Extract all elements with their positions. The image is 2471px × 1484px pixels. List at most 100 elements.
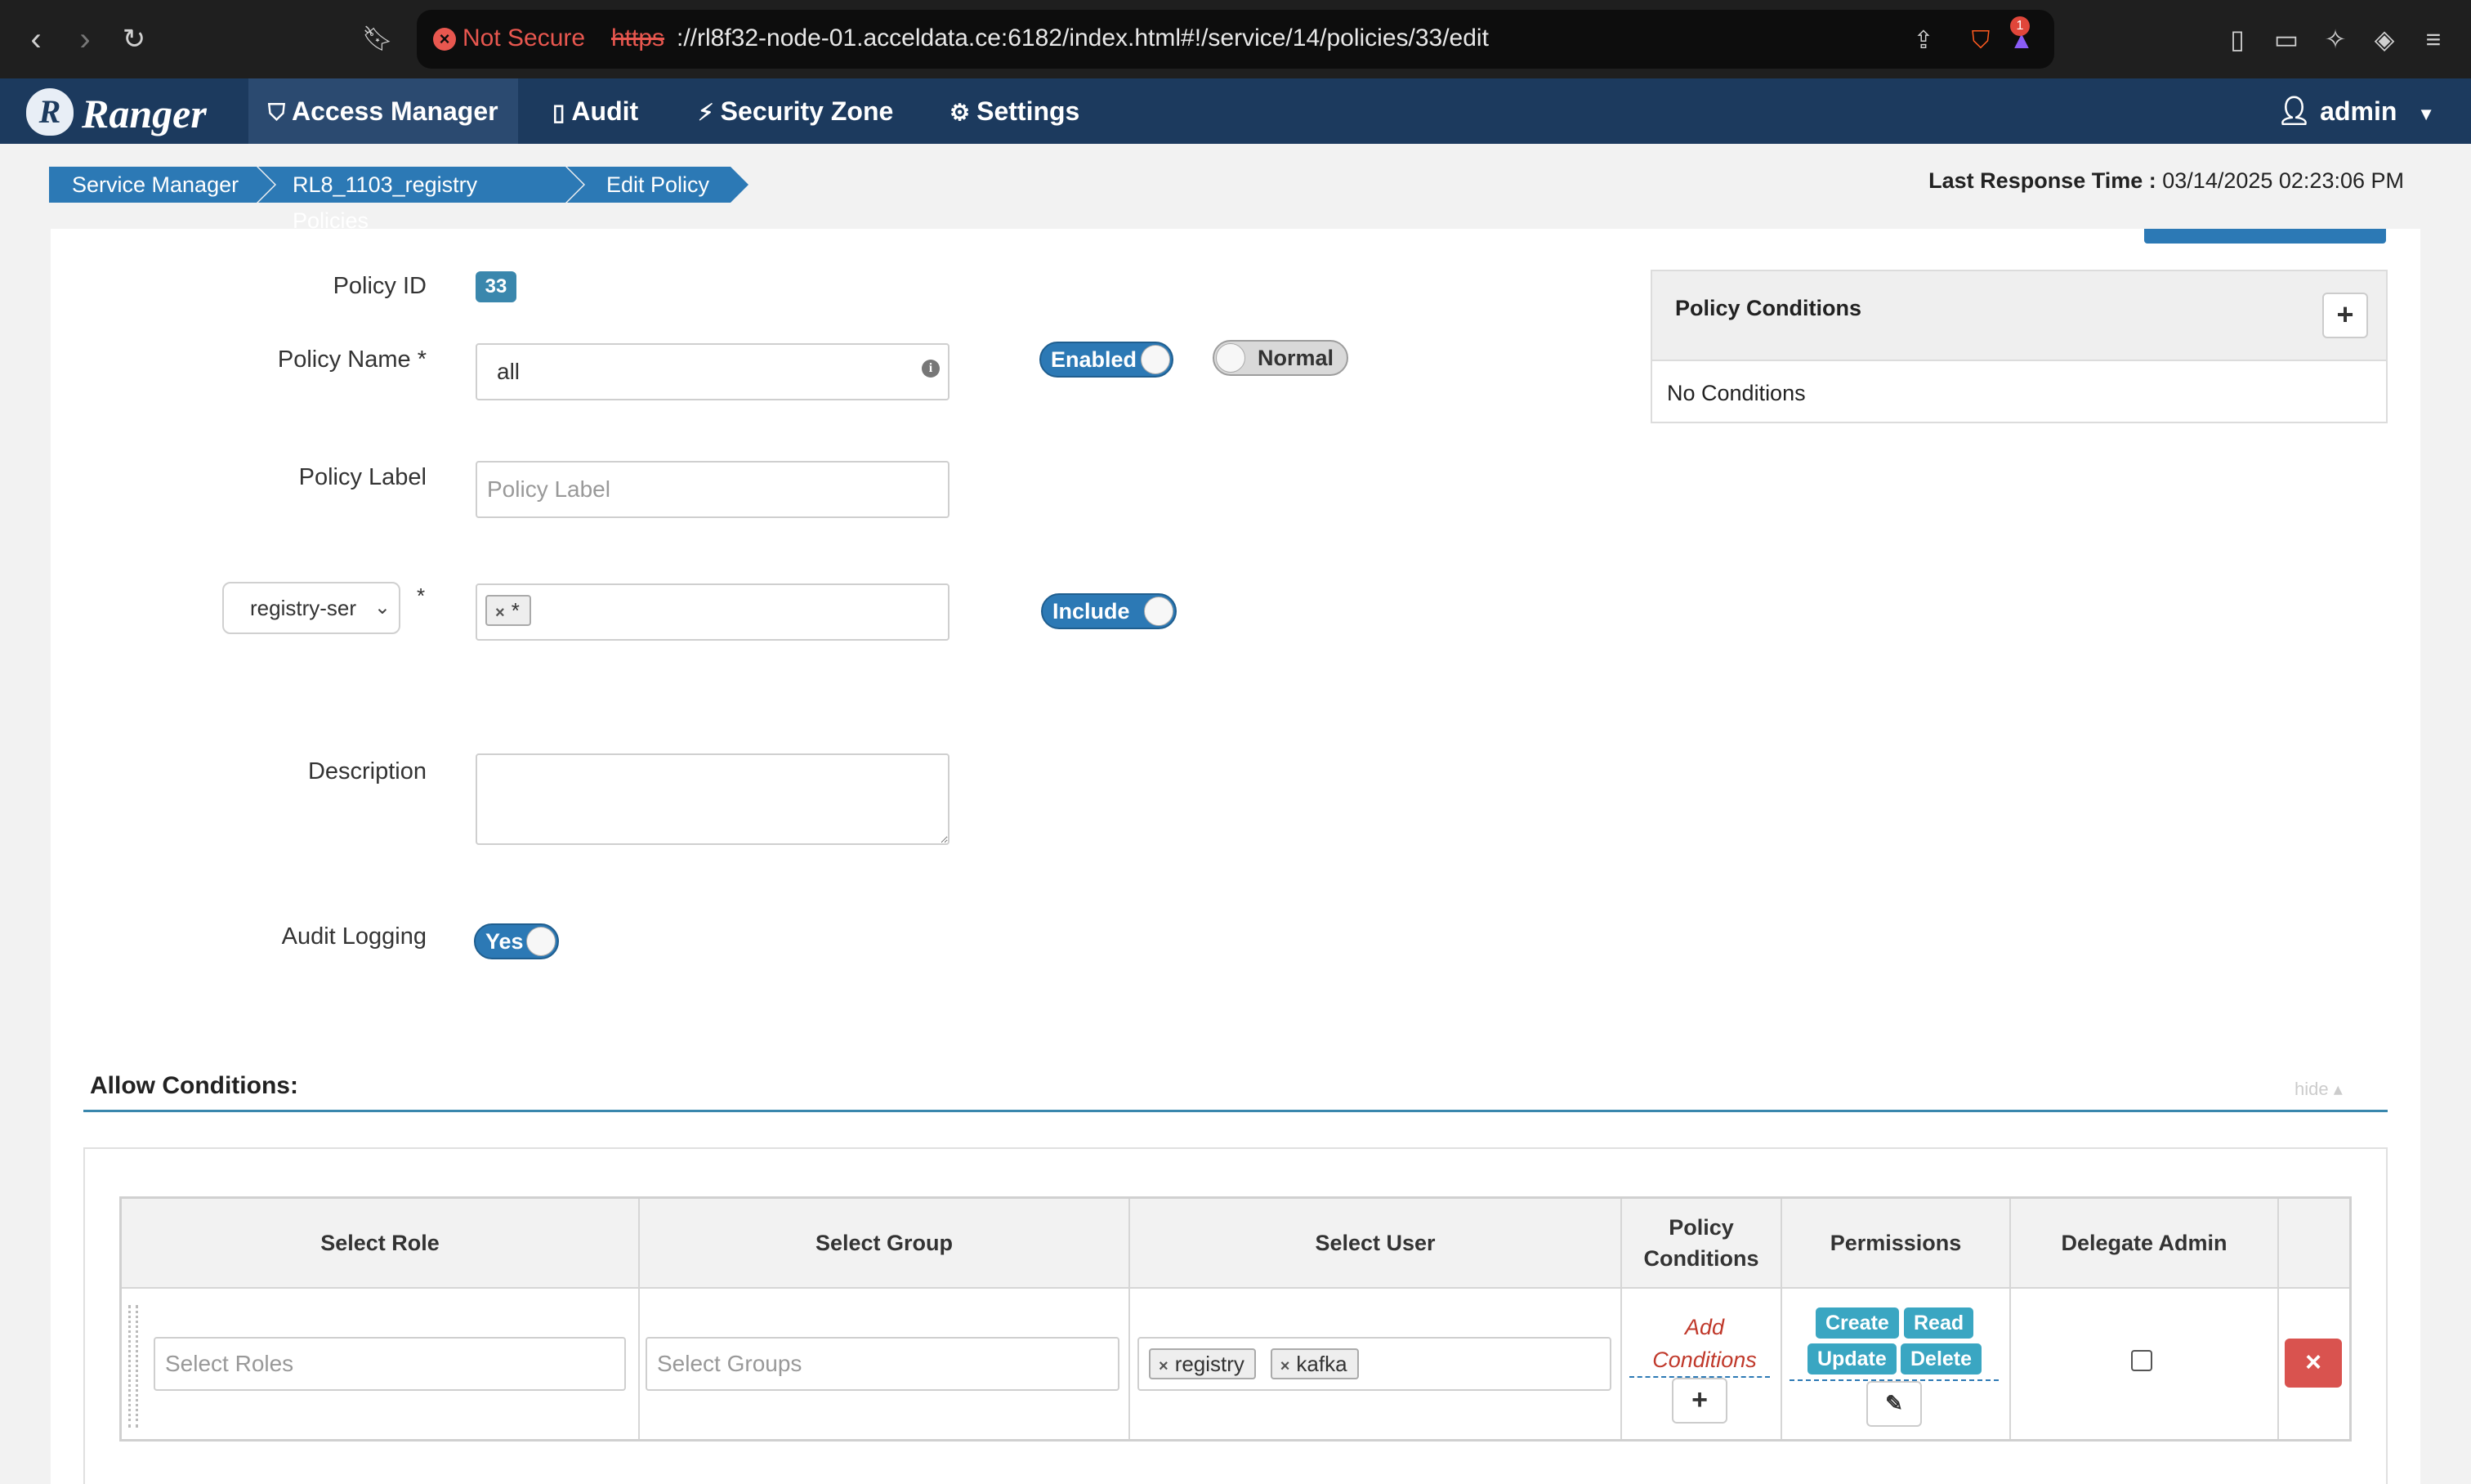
user-tag: × registry <box>1149 1348 1256 1379</box>
select-users-input[interactable]: × registry × kafka <box>1137 1337 1611 1391</box>
alert-badge: 1 <box>2010 16 2030 36</box>
user-tag-label: registry <box>1174 1352 1244 1376</box>
forward-icon[interactable]: › <box>64 18 106 60</box>
header-select-role: Select Role <box>122 1199 640 1289</box>
policy-conditions-panel: Policy Conditions + No Conditions <box>1651 270 2388 423</box>
hide-label: hide <box>2294 1079 2329 1099</box>
nav-audit[interactable]: ▯ Audit <box>533 78 658 144</box>
url-text: ://rl8f32-node-01.acceldata.ce:6182/inde… <box>677 25 1489 51</box>
allow-conditions-divider <box>83 1110 2388 1112</box>
page-gutter-left <box>0 229 51 1484</box>
close-icon: × <box>2305 1347 2321 1378</box>
select-groups-input[interactable]: Select Groups <box>646 1337 1119 1391</box>
file-icon: ▯ <box>552 100 565 125</box>
nav-security-zone[interactable]: ⚡︎ Security Zone <box>678 78 913 144</box>
reload-icon[interactable]: ↻ <box>113 18 155 60</box>
audit-logging-toggle-label: Yes <box>485 929 524 954</box>
policy-name-label: Policy Name * <box>277 346 427 373</box>
remove-row-button[interactable]: × <box>2285 1339 2342 1388</box>
nav-label: Settings <box>976 96 1080 126</box>
policy-conditions-title: Policy Conditions <box>1675 296 1862 320</box>
policy-name-value: all <box>497 359 521 384</box>
last-response-time: Last Response Time : 03/14/2025 02:23:06… <box>1928 168 2404 194</box>
nav-access-manager[interactable]: ⛉ Access Manager <box>248 78 518 144</box>
gear-icon: ⚙ <box>950 100 971 125</box>
resource-type-select[interactable]: registry-ser ⌄ <box>222 582 400 634</box>
plus-icon: + <box>2336 297 2354 331</box>
address-bar[interactable]: × Not Secure https ://rl8f32-node-01.acc… <box>417 10 2054 69</box>
policy-type-toggle-label: Normal <box>1257 346 1334 370</box>
permission-read: Read <box>1904 1307 1974 1339</box>
delegate-admin-checkbox[interactable] <box>2131 1350 2152 1371</box>
header-select-user: Select User <box>1130 1199 1622 1289</box>
user-name: admin <box>2320 96 2397 126</box>
add-conditions-link[interactable]: Add Conditions <box>1641 1311 1768 1376</box>
logo-text: Ranger <box>82 91 207 136</box>
page-gutter-right <box>2420 229 2471 1484</box>
share-icon[interactable]: ⇪ <box>1907 25 1940 57</box>
ranger-navbar: R Ranger ⛉ Access Manager ▯ Audit ⚡︎ Securi… <box>0 78 2471 144</box>
row-drag-handle[interactable] <box>128 1305 138 1428</box>
toggle-knob <box>1144 597 1173 626</box>
nav-label: Audit <box>571 96 639 126</box>
resource-tag: × * <box>485 595 531 626</box>
header-permissions: Permissions <box>1782 1199 2011 1289</box>
pencil-icon: ✎ <box>1885 1391 1903 1415</box>
header-policy-conditions: Policy Conditions <box>1622 1199 1782 1289</box>
audit-logging-toggle[interactable]: Yes <box>474 923 559 959</box>
policy-label-placeholder: Policy Label <box>487 476 610 502</box>
remove-tag-icon[interactable]: × <box>1159 1357 1168 1375</box>
allow-conditions-title: Allow Conditions: <box>90 1072 298 1099</box>
description-textarea[interactable] <box>476 753 950 845</box>
edit-permissions-button[interactable]: ✎ <box>1866 1381 1922 1427</box>
policy-name-input[interactable]: all i <box>476 343 950 400</box>
enabled-toggle[interactable]: Enabled <box>1039 342 1173 378</box>
remove-tag-icon[interactable]: × <box>1280 1357 1290 1375</box>
breadcrumb-service-manager[interactable]: Service Manager <box>49 167 275 203</box>
remove-tag-icon[interactable]: × <box>495 604 505 622</box>
user-icon: 👤︎ <box>2277 96 2312 127</box>
toggle-knob <box>1141 345 1170 374</box>
add-conditions-button[interactable]: + <box>1672 1378 1727 1424</box>
enabled-toggle-label: Enabled <box>1051 347 1137 372</box>
plus-icon: + <box>1691 1384 1708 1415</box>
user-tag-label: kafka <box>1296 1352 1347 1376</box>
brave-shield-icon[interactable]: ⛉ <box>1964 25 1997 57</box>
info-icon[interactable]: i <box>922 360 940 378</box>
sidebar-toggle-icon[interactable]: ▯ <box>2218 20 2257 59</box>
top-action-button[interactable] <box>2144 229 2386 244</box>
breadcrumb-policies[interactable]: RL8_1103_registry Policies <box>258 167 583 233</box>
nav-settings[interactable]: ⚙ Settings <box>930 78 1099 144</box>
hide-link[interactable]: hide ▴ <box>2294 1079 2343 1100</box>
vpn-icon[interactable]: ◈ <box>2365 20 2404 59</box>
wallet-icon[interactable]: ▭ <box>2267 20 2306 59</box>
header-actions <box>2279 1199 2349 1289</box>
sub-header: Service Manager RL8_1103_registry Polici… <box>0 144 2471 233</box>
audit-logging-label: Audit Logging <box>281 923 427 950</box>
policy-label-label: Policy Label <box>298 464 427 490</box>
allow-conditions-table: Select Role Select Group Select User Pol… <box>119 1196 2352 1442</box>
policy-type-toggle[interactable]: Normal <box>1213 340 1348 376</box>
back-icon[interactable]: ‹ <box>15 18 57 60</box>
select-roles-input[interactable]: Select Roles <box>154 1337 626 1391</box>
bookmark-icon[interactable]: 🔖︎ <box>356 18 399 60</box>
zone-icon: ⚡︎ <box>698 100 714 125</box>
permission-update: Update <box>1807 1343 1897 1374</box>
chevron-down-icon: ⌄ <box>373 597 391 619</box>
caret-up-icon: ▴ <box>2333 1079 2343 1099</box>
include-toggle[interactable]: Include <box>1041 593 1177 629</box>
user-menu[interactable]: 👤︎ admin ▼ <box>2277 78 2435 144</box>
user-tag: × kafka <box>1270 1348 1359 1379</box>
last-response-label: Last Response Time : <box>1928 168 2156 193</box>
permission-delete: Delete <box>1901 1343 1982 1374</box>
menu-icon[interactable]: ≡ <box>2414 20 2453 59</box>
leo-ai-icon[interactable]: ✧ <box>2316 20 2355 59</box>
add-condition-button[interactable]: + <box>2322 293 2368 338</box>
security-label: Not Secure <box>462 25 586 51</box>
roles-placeholder: Select Roles <box>165 1351 294 1376</box>
policy-label-input[interactable]: Policy Label <box>476 461 950 518</box>
resource-values-input[interactable]: × * <box>476 583 950 641</box>
permission-create: Create <box>1816 1307 1899 1339</box>
ranger-logo[interactable]: R Ranger <box>23 85 244 137</box>
resource-tag-label: * <box>511 598 520 623</box>
